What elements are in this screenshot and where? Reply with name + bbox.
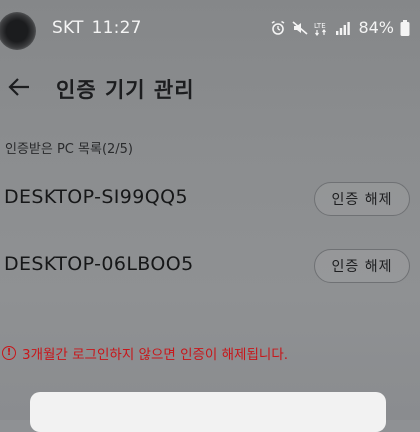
device-row: DESKTOP-06LBOO5 인증 해제 xyxy=(0,240,420,292)
battery-icon xyxy=(400,19,410,36)
exclamation-circle-icon: ! xyxy=(2,346,16,360)
device-name: DESKTOP-06LBOO5 xyxy=(4,253,194,275)
arrow-left-icon xyxy=(7,76,31,102)
bottom-action-button[interactable] xyxy=(30,392,386,432)
app-bar: 인증 기기 관리 xyxy=(0,64,420,112)
lte-icon: LTE xyxy=(314,20,330,36)
mute-icon xyxy=(292,20,308,36)
back-button[interactable] xyxy=(2,72,36,106)
device-list-header: 인증받은 PC 목록(2/5) xyxy=(5,142,134,157)
clock: 11:27 xyxy=(91,18,142,38)
battery-percent: 84% xyxy=(358,18,394,37)
carrier-label: SKT xyxy=(52,18,84,38)
svg-text:LTE: LTE xyxy=(314,22,326,30)
notice-text: 3개월간 로그인하지 않으면 인증이 해제됩니다. xyxy=(22,347,289,363)
status-left: SKT 11:27 xyxy=(52,18,142,38)
expiry-notice: ! 3개월간 로그인하지 않으면 인증이 해제됩니다. xyxy=(2,343,288,363)
revoke-auth-button[interactable]: 인증 해제 xyxy=(314,182,410,216)
signal-icon xyxy=(336,20,351,36)
status-right: LTE 84% xyxy=(270,18,410,37)
revoke-auth-button[interactable]: 인증 해제 xyxy=(314,249,410,283)
device-row: DESKTOP-SI99QQ5 인증 해제 xyxy=(0,173,420,225)
device-name: DESKTOP-SI99QQ5 xyxy=(4,186,188,208)
app-screen: SKT 11:27 LTE 84% 인증 기기 관리 인증받은 PC 목록(2/… xyxy=(0,0,420,432)
status-bar: SKT 11:27 LTE 84% xyxy=(0,14,420,46)
alarm-icon xyxy=(270,20,286,36)
page-title: 인증 기기 관리 xyxy=(56,78,195,102)
